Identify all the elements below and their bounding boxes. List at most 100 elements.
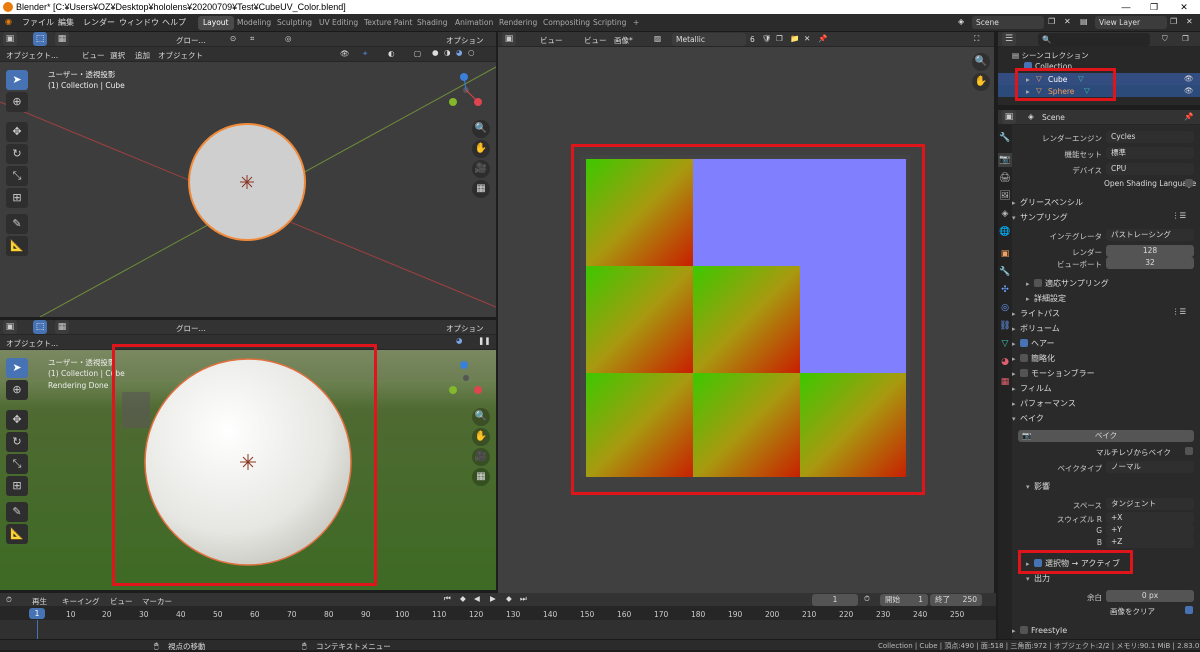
constraints-tab-icon[interactable]: ⛓ xyxy=(998,319,1012,333)
clear-image-checkbox[interactable] xyxy=(1185,606,1193,614)
add-workspace-button[interactable]: + xyxy=(628,16,644,30)
ortho-grid-icon[interactable]: ▦ xyxy=(472,468,490,486)
menu-object[interactable]: オブジェクト xyxy=(158,50,203,61)
pin-icon[interactable]: 📌 xyxy=(818,34,827,43)
image-browse-icon[interactable]: ▨ xyxy=(654,34,661,43)
menu-view[interactable]: ビュー xyxy=(540,35,563,46)
rotate-tool-icon[interactable]: ↻ xyxy=(6,144,28,164)
render-samples-field[interactable]: 128 xyxy=(1106,245,1194,257)
play-icon[interactable]: ▶ xyxy=(490,594,496,603)
physics-tab-icon[interactable]: ◎ xyxy=(998,301,1012,315)
options-dropdown[interactable]: オプション xyxy=(446,35,484,46)
editor-type-icon[interactable]: ▣ xyxy=(502,32,516,46)
ortho-grid-icon[interactable]: ▦ xyxy=(472,180,490,198)
minimize-button[interactable]: — xyxy=(1112,0,1140,14)
particles-tab-icon[interactable]: ✣ xyxy=(998,283,1012,297)
integrator-dropdown[interactable]: パストレーシング xyxy=(1106,229,1194,241)
render-engine-dropdown[interactable]: Cycles xyxy=(1106,131,1194,143)
panel-performance[interactable]: ▸ パフォーマンス xyxy=(1012,398,1195,409)
swizzle-r-dropdown[interactable]: +X xyxy=(1106,512,1194,524)
simplify-checkbox[interactable] xyxy=(1020,354,1028,362)
scene-tab-icon[interactable]: ◈ xyxy=(998,207,1012,221)
panel-influence[interactable]: ▾ 影響 xyxy=(1026,481,1200,492)
key-next-icon[interactable]: ◆ xyxy=(506,594,512,603)
shading-rendered-icon[interactable]: ◕ xyxy=(456,48,463,57)
visibility-icon[interactable]: 👁 xyxy=(340,49,350,58)
swizzle-b-dropdown[interactable]: +Z xyxy=(1106,536,1194,548)
filter-icon[interactable]: ⛉ xyxy=(1162,34,1168,44)
data-tab-icon[interactable]: ▽ xyxy=(998,337,1012,351)
output-tab-icon[interactable]: 🖨 xyxy=(998,171,1012,185)
panel-adaptive-sampling[interactable]: ▸ 適応サンプリング xyxy=(1026,278,1200,289)
image-name-field[interactable]: Metallic xyxy=(672,33,746,46)
tool-tab-icon[interactable]: 🔧 xyxy=(998,131,1012,145)
pan-hand-icon[interactable]: ✋ xyxy=(472,428,490,446)
select-box-icon[interactable]: ⬚ xyxy=(33,320,47,334)
new-scene-icon[interactable]: ❐ xyxy=(1048,17,1055,26)
panel-bake[interactable]: ▾ ベイク xyxy=(1012,413,1195,424)
tab-compositing[interactable]: Compositing xyxy=(538,16,595,30)
scale-tool-icon[interactable]: ⤡ xyxy=(6,454,28,474)
editor-type-icon[interactable]: ☰ xyxy=(1002,32,1016,46)
menu-edit[interactable]: 編集 xyxy=(58,17,74,28)
texture-tab-icon[interactable]: ▦ xyxy=(998,375,1012,389)
material-tab-icon[interactable]: ◕ xyxy=(998,355,1012,369)
xray-icon[interactable]: ▢ xyxy=(414,49,421,58)
presets-icon[interactable]: ⋮☰ xyxy=(1172,307,1186,316)
playhead-frame[interactable]: 1 xyxy=(29,608,45,619)
menu-add[interactable]: 追加 xyxy=(135,50,150,61)
tab-animation[interactable]: Animation xyxy=(450,16,498,30)
outliner-search-input[interactable]: 🔍 xyxy=(1038,33,1150,46)
menu-render[interactable]: レンダー xyxy=(83,17,115,28)
menu-file[interactable]: ファイル xyxy=(22,17,54,28)
panel-volumes[interactable]: ▸ ボリューム xyxy=(1012,323,1195,334)
open-image-icon[interactable]: 📁 xyxy=(790,34,799,43)
menu-image[interactable]: 画像* xyxy=(614,35,633,46)
play-reverse-icon[interactable]: ◀ xyxy=(474,594,480,603)
panel-output[interactable]: ▾ 出力 xyxy=(1026,573,1200,584)
start-frame-field[interactable]: 開始 1 xyxy=(880,594,928,606)
current-frame-field[interactable]: 1 xyxy=(812,594,858,606)
zoom-icon[interactable]: 🔍 xyxy=(972,53,990,71)
mode-dropdown[interactable]: オブジェクト... xyxy=(6,338,58,349)
scale-tool-icon[interactable]: ⤡ xyxy=(6,166,28,186)
timeline-editor-icon[interactable]: ⏱ xyxy=(6,595,12,605)
orientation-dropdown[interactable]: グロー... xyxy=(176,323,206,334)
select-mode-icon[interactable]: ▦ xyxy=(55,32,69,46)
space-dropdown[interactable]: タンジェント xyxy=(1106,498,1194,510)
menu-window[interactable]: ウィンドウ xyxy=(119,17,159,28)
zoom-icon[interactable]: 🔍 xyxy=(472,408,490,426)
move-tool-icon[interactable]: ✥ xyxy=(6,122,28,142)
render-tab-icon[interactable]: 📷 xyxy=(998,153,1012,167)
select-box-icon[interactable]: ⬚ xyxy=(33,32,47,46)
select-tool-icon[interactable]: ➤ xyxy=(6,358,28,378)
editor-type-icon[interactable]: ▣ xyxy=(3,32,17,46)
tab-layout[interactable]: Layout xyxy=(198,16,234,30)
panel-freestyle[interactable]: ▸ Freestyle xyxy=(1012,626,1195,635)
panel-sampling[interactable]: ▾ サンプリング xyxy=(1012,212,1195,223)
swizzle-g-dropdown[interactable]: +Y xyxy=(1106,524,1194,536)
unlink-image-icon[interactable]: ✕ xyxy=(804,34,810,43)
tab-uv-editing[interactable]: UV Editing xyxy=(314,16,363,30)
tab-modeling[interactable]: Modeling xyxy=(232,16,276,30)
rotate-tool-icon[interactable]: ↻ xyxy=(6,432,28,452)
pan-hand-icon[interactable]: ✋ xyxy=(472,140,490,158)
camera-view-icon[interactable]: 🎥 xyxy=(472,160,490,178)
panel-film[interactable]: ▸ フィルム xyxy=(1012,383,1195,394)
hair-checkbox[interactable] xyxy=(1020,339,1028,347)
overlay-icon[interactable]: ◐ xyxy=(388,49,395,58)
panel-grease-pencil[interactable]: ▸ グリースペンシル xyxy=(1012,197,1195,208)
new-image-icon[interactable]: ❐ xyxy=(776,34,783,43)
menu-marker[interactable]: マーカー xyxy=(142,596,172,607)
maximize-button[interactable]: ❐ xyxy=(1140,0,1168,14)
shading-material-icon[interactable]: ◑ xyxy=(444,48,451,57)
menu-select[interactable]: 選択 xyxy=(110,50,125,61)
transform-tool-icon[interactable]: ⊞ xyxy=(6,188,28,208)
transform-tool-icon[interactable]: ⊞ xyxy=(6,476,28,496)
select-tool-icon[interactable]: ➤ xyxy=(6,70,28,90)
key-prev-icon[interactable]: ◆ xyxy=(460,594,466,603)
multires-checkbox[interactable] xyxy=(1185,447,1193,455)
blender-menu-icon[interactable]: ◉ xyxy=(5,17,12,26)
menu-view[interactable]: ビュー xyxy=(110,596,133,607)
tab-rendering[interactable]: Rendering xyxy=(494,16,542,30)
